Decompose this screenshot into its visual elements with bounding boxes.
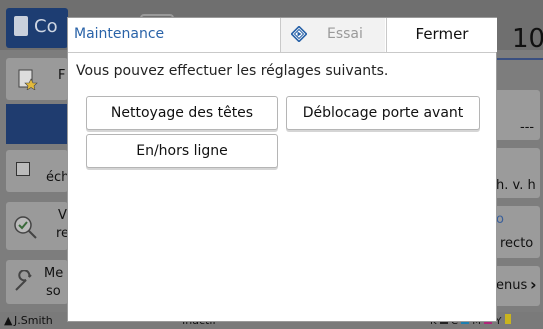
background-left-label-2: éch	[46, 170, 70, 185]
dialog-message: Vous pouvez effectuer les réglages suiva…	[76, 63, 389, 79]
background-tab-label: Co	[34, 16, 58, 37]
background-right-label-1: ---	[520, 120, 535, 135]
background-left-label-6: so	[46, 284, 61, 299]
background-right-label-3: o	[496, 212, 504, 227]
background-left-label-5: Me	[44, 266, 64, 281]
checkbox-icon	[16, 162, 30, 176]
background-right-label-2: h. v. h	[496, 178, 536, 193]
dialog-header: Maintenance Essai Fermer	[68, 18, 497, 53]
status-user: J.Smith	[14, 314, 53, 327]
maintenance-dialog: Maintenance Essai Fermer Vous pouvez eff…	[68, 18, 497, 321]
background-left-dark-panel	[6, 104, 68, 144]
background-left-button-2: éch	[6, 150, 70, 192]
dialog-title: Maintenance	[74, 26, 165, 42]
background-left-label-3: V	[58, 208, 67, 223]
background-right-label-5: enus	[496, 278, 528, 293]
background-left-button-1: F	[6, 58, 68, 100]
check-magnifier-icon	[14, 216, 37, 239]
front-door-release-button[interactable]: Déblocage porte avant	[286, 96, 480, 130]
background-copy-count: 10	[512, 24, 543, 54]
chevron-right-icon: ›	[530, 275, 537, 294]
background-right-label-4: recto	[500, 236, 534, 251]
background-count-underline	[497, 58, 543, 60]
document-icon	[14, 16, 28, 36]
background-right-button-4: enus ›	[494, 266, 540, 306]
wrench-icon	[15, 270, 32, 291]
essai-button[interactable]: Essai	[280, 18, 385, 52]
background-left-label-1: F	[58, 68, 66, 83]
test-diamond-icon	[291, 26, 307, 42]
star-document-icon	[18, 69, 38, 90]
user-icon: ▲	[4, 314, 13, 327]
background-right-button-1: ---	[494, 90, 540, 140]
head-cleaning-button[interactable]: Nettoyage des têtes	[86, 96, 278, 130]
background-left-button-4: Me so	[6, 260, 68, 304]
background-right-button-3: o recto	[494, 206, 540, 258]
background-right-button-2: h. v. h	[494, 148, 540, 198]
background-copy-tab: Co	[6, 8, 68, 48]
close-label: Fermer	[415, 25, 469, 43]
online-offline-button[interactable]: En/hors ligne	[86, 134, 278, 168]
ink-y-label: Y	[495, 316, 502, 327]
essai-label: Essai	[327, 26, 363, 42]
close-button[interactable]: Fermer	[386, 18, 497, 52]
background-left-button-3: V re	[6, 202, 69, 250]
